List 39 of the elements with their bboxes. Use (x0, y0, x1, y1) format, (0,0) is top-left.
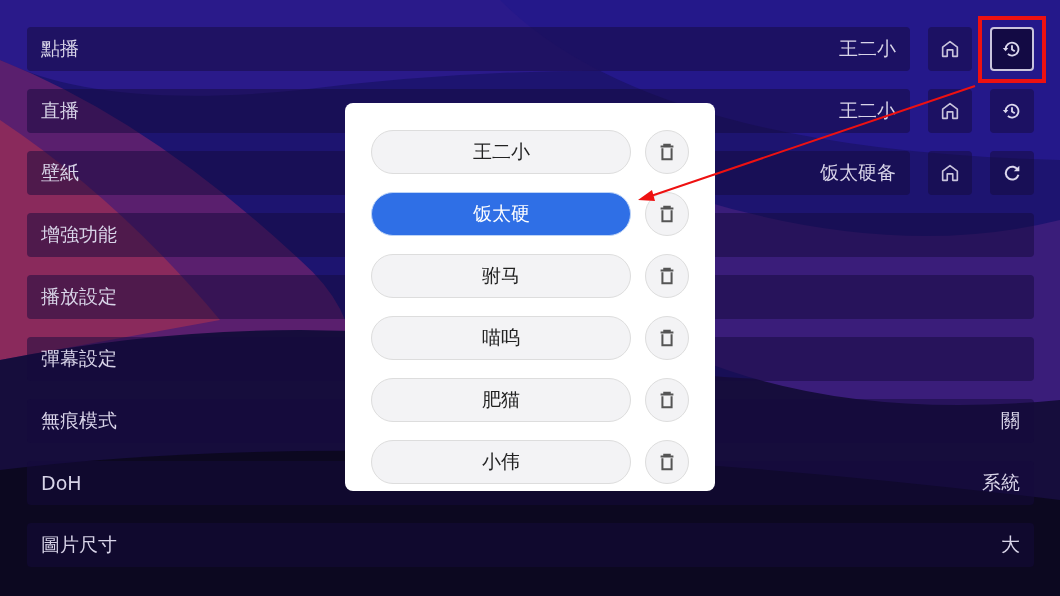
home-button[interactable] (928, 27, 972, 71)
delete-button[interactable] (645, 254, 689, 298)
setting-label: 點播 (41, 36, 79, 61)
setting-value: 系統 (982, 470, 1020, 495)
setting-label: 圖片尺寸 (41, 532, 117, 557)
setting-row[interactable]: 圖片尺寸 大 (27, 523, 1034, 567)
history-item[interactable]: 饭太硬 (371, 192, 631, 236)
highlight-box (978, 16, 1046, 83)
delete-button[interactable] (645, 316, 689, 360)
history-item[interactable]: 肥猫 (371, 378, 631, 422)
setting-value: 王二小 (839, 98, 896, 123)
history-button[interactable] (990, 89, 1034, 133)
setting-label: 彈幕設定 (41, 346, 117, 371)
setting-label: 增強功能 (41, 222, 117, 247)
delete-button[interactable] (645, 378, 689, 422)
delete-button[interactable] (645, 192, 689, 236)
setting-value: 大 (1001, 532, 1020, 557)
history-item[interactable]: 喵呜 (371, 316, 631, 360)
home-icon (939, 38, 961, 60)
home-icon (939, 162, 961, 184)
setting-label: 壁紙 (41, 160, 79, 185)
history-button[interactable] (990, 27, 1034, 71)
setting-value: 王二小 (839, 36, 896, 61)
home-button[interactable] (928, 89, 972, 133)
setting-value: 饭太硬备 (820, 160, 896, 185)
history-item[interactable]: 小伟 (371, 440, 631, 484)
home-icon (939, 100, 961, 122)
setting-label: 直播 (41, 98, 79, 123)
setting-row[interactable]: 點播 王二小 (27, 27, 910, 71)
home-button[interactable] (928, 151, 972, 195)
setting-label: 無痕模式 (41, 408, 117, 433)
setting-label: DoH (41, 472, 82, 494)
refresh-button[interactable] (990, 151, 1034, 195)
history-item[interactable]: 王二小 (371, 130, 631, 174)
setting-label: 播放設定 (41, 284, 117, 309)
delete-button[interactable] (645, 440, 689, 484)
history-item[interactable]: 驸马 (371, 254, 631, 298)
setting-value: 關 (1001, 408, 1020, 433)
delete-button[interactable] (645, 130, 689, 174)
